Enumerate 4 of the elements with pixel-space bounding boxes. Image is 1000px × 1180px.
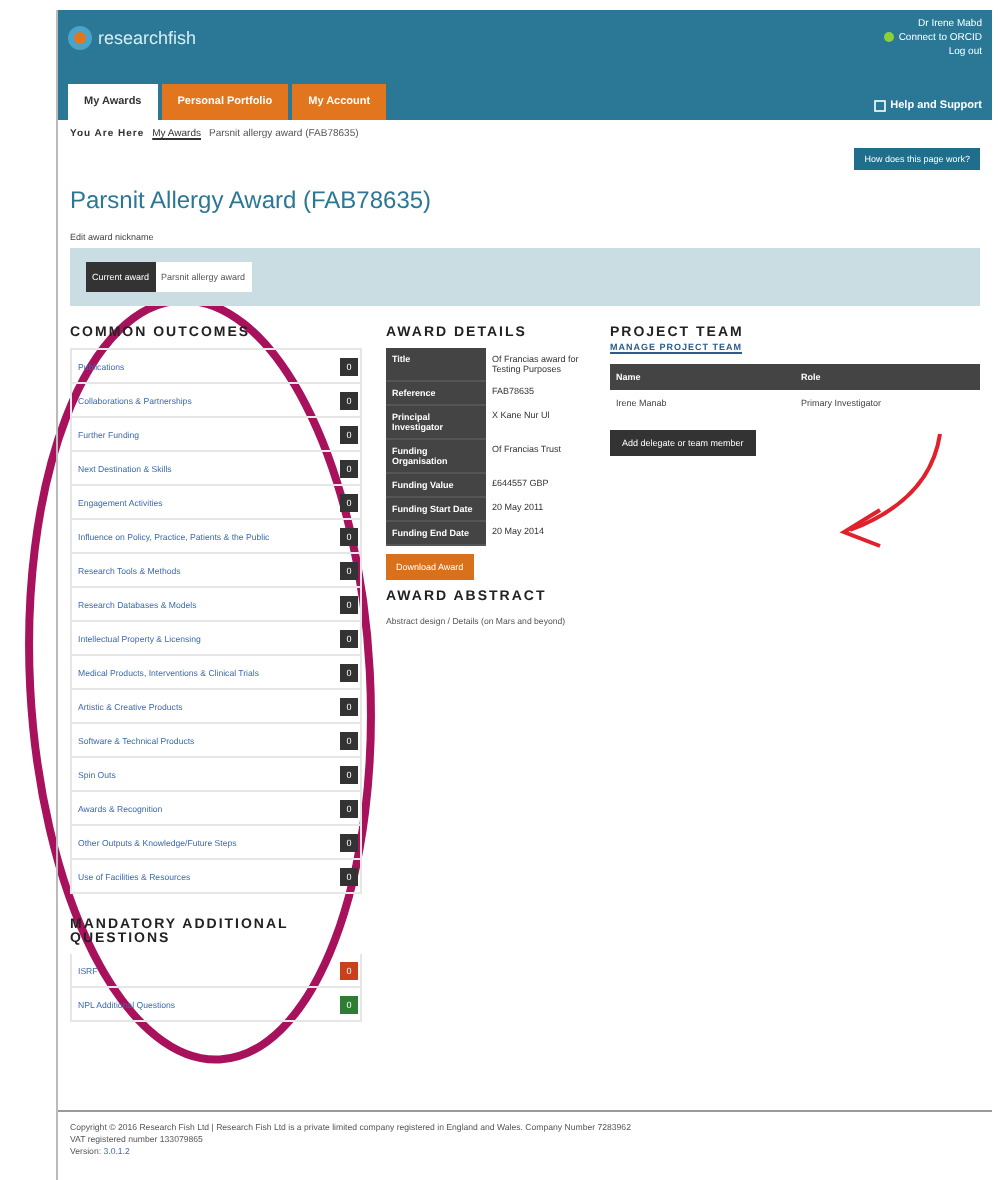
page-title: Parsnit Allergy Award (FAB78635) xyxy=(70,186,434,214)
status-dot-icon xyxy=(884,32,895,43)
annotation-arrow xyxy=(839,433,942,548)
logo-text: researchfish xyxy=(98,28,197,48)
